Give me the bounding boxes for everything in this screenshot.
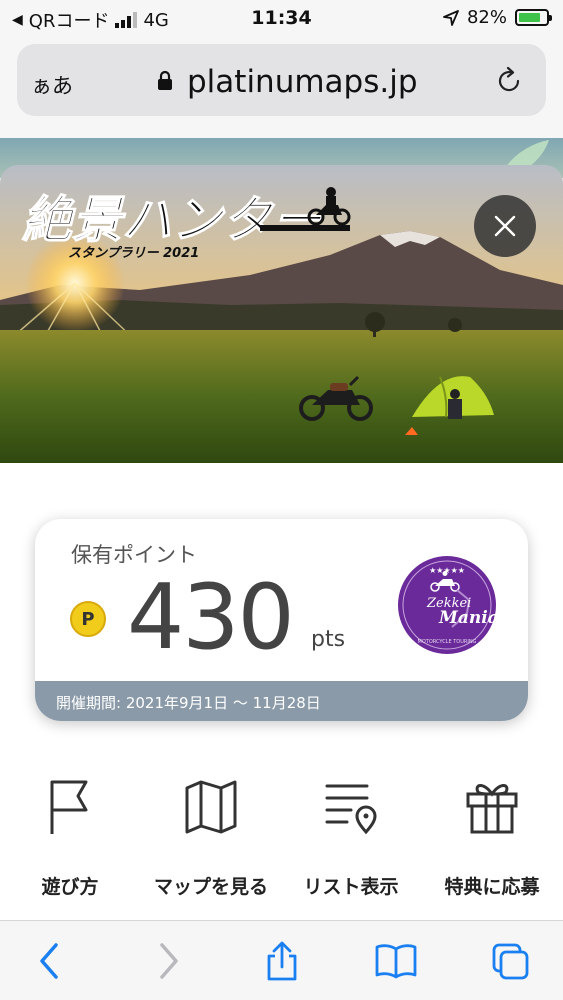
close-icon — [494, 215, 516, 237]
svg-text:MOTORCYCLE TOURING: MOTORCYCLE TOURING — [418, 639, 477, 645]
menu-label: 特典に応募 — [444, 876, 540, 898]
points-unit: pts — [311, 627, 346, 652]
browser-toolbar — [0, 920, 563, 1000]
close-button[interactable] — [474, 195, 536, 257]
tabs-button[interactable] — [490, 941, 530, 981]
address-bar[interactable]: ぁあ platinumaps.jp — [17, 44, 546, 116]
status-bar: ◀ QRコード 4G 11:34 82% — [0, 0, 563, 38]
points-card: 保有ポイント P 430 pts ★★★★★ Zekkei Mania MOTO… — [35, 519, 528, 721]
action-menu: 遊び方 マップを見る リスト表示 特典に応募 — [0, 770, 563, 910]
point-coin-icon: P — [70, 601, 106, 637]
menu-label: 遊び方 — [41, 876, 99, 898]
map-icon — [185, 780, 237, 834]
svg-text:スタンプラリー 2021: スタンプラリー 2021 — [68, 245, 199, 261]
share-button[interactable] — [262, 941, 302, 981]
text-size-button[interactable]: ぁあ — [31, 70, 73, 100]
lock-icon — [158, 70, 172, 90]
points-value: 430 — [127, 565, 295, 670]
back-button[interactable] — [30, 941, 70, 981]
location-icon — [443, 9, 459, 26]
battery-icon — [515, 9, 552, 26]
bookmarks-button[interactable] — [374, 941, 418, 981]
event-period: 開催期間: 2021年9月1日 〜 11月28日 — [35, 681, 528, 721]
url-text[interactable]: platinumaps.jp — [187, 64, 418, 100]
browser-header: ぁあ platinumaps.jp — [0, 38, 563, 138]
list-pin-icon — [325, 784, 377, 835]
svg-text:Mania: Mania — [438, 608, 497, 628]
zekkei-mania-badge: ★★★★★ Zekkei Mania MOTORCYCLE TOURING — [398, 556, 497, 654]
flag-icon — [50, 780, 88, 834]
forward-button[interactable] — [148, 941, 188, 981]
menu-label: リスト表示 — [303, 876, 399, 898]
menu-item-apply-reward[interactable]: 特典に応募 — [422, 770, 562, 910]
gift-icon — [466, 784, 518, 834]
reload-icon[interactable] — [494, 66, 524, 96]
menu-item-how-to-play[interactable]: 遊び方 — [0, 770, 140, 910]
menu-item-view-map[interactable]: マップを見る — [141, 770, 281, 910]
status-right: 82% — [443, 7, 552, 28]
svg-text:絶景ハンター: 絶景ハンター — [22, 191, 324, 249]
menu-label: マップを見る — [153, 876, 268, 898]
menu-item-list-view[interactable]: リスト表示 — [281, 770, 421, 910]
battery-percent: 82% — [466, 7, 507, 28]
